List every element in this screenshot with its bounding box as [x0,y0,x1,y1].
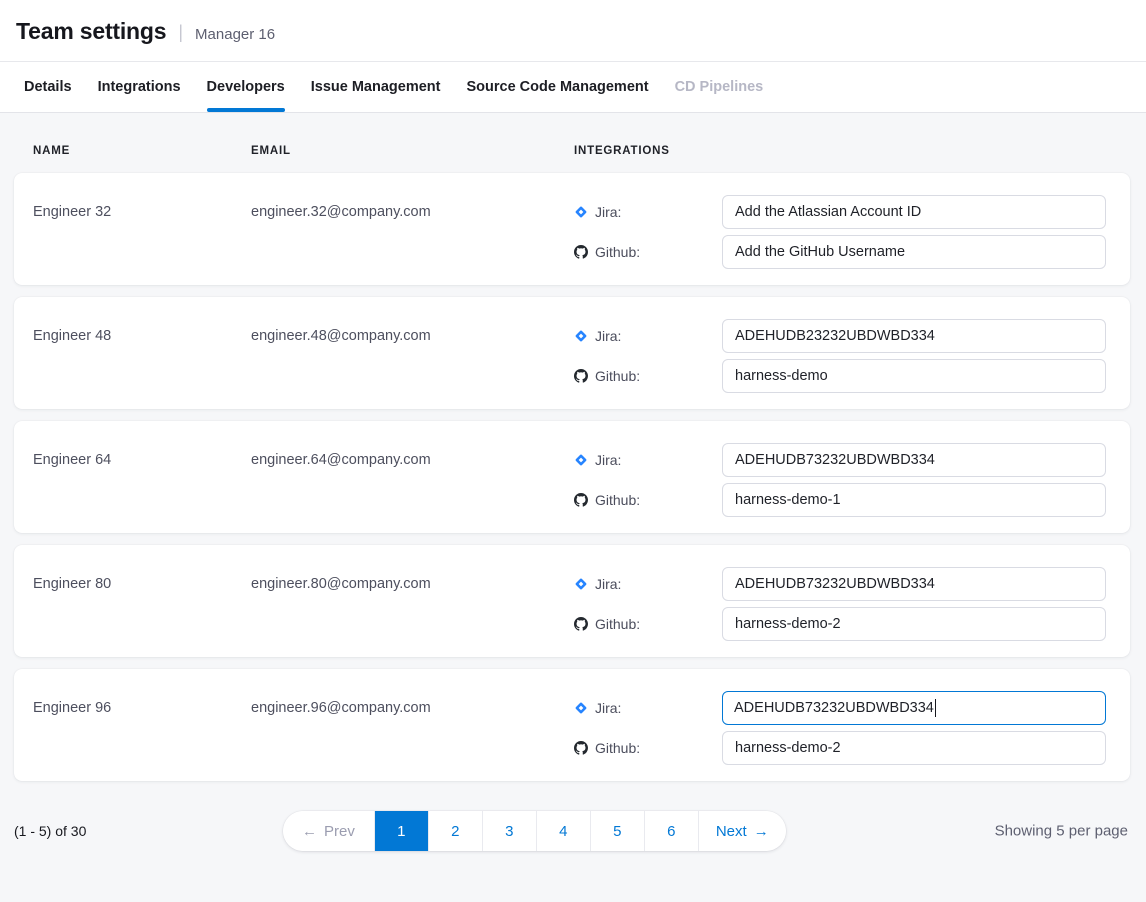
developers-table: NAME EMAIL INTEGRATIONS Engineer 32 engi… [0,113,1146,851]
developer-email: engineer.64@company.com [251,443,574,517]
jira-label: Jira: [595,576,621,592]
developer-email: engineer.48@company.com [251,319,574,393]
github-input[interactable] [722,607,1106,641]
table-header-row: NAME EMAIL INTEGRATIONS [14,113,1130,173]
github-icon [574,245,588,259]
page-button-6[interactable]: 6 [645,811,699,851]
developer-name: Engineer 96 [33,691,251,765]
tab-details[interactable]: Details [24,62,72,112]
pager: ← Prev 1 2 3 4 5 6 Next → [283,811,786,851]
column-header-integrations: INTEGRATIONS [574,145,1106,157]
right-arrow-icon: → [754,823,769,840]
page-title: Team settings [16,18,166,45]
left-arrow-icon: ← [302,823,317,840]
jira-label: Jira: [595,328,621,344]
page-button-3[interactable]: 3 [483,811,537,851]
github-icon [574,369,588,383]
column-header-name: NAME [33,145,251,157]
developer-name: Engineer 80 [33,567,251,641]
table-row: Engineer 80 engineer.80@company.com Jira… [14,545,1130,657]
developer-name: Engineer 64 [33,443,251,517]
jira-label: Jira: [595,700,621,716]
page-range-summary: (1 - 5) of 30 [14,823,86,839]
tab-issue-management[interactable]: Issue Management [311,62,441,112]
page-button-5[interactable]: 5 [591,811,645,851]
text-caret [935,699,937,717]
jira-label: Jira: [595,452,621,468]
jira-input[interactable] [722,567,1106,601]
jira-input[interactable] [722,195,1106,229]
page-button-2[interactable]: 2 [429,811,483,851]
table-row: Engineer 64 engineer.64@company.com Jira… [14,421,1130,533]
github-icon [574,741,588,755]
prev-label: Prev [324,823,355,840]
developer-email: engineer.80@company.com [251,567,574,641]
page-button-4[interactable]: 4 [537,811,591,851]
tab-cd-pipelines: CD Pipelines [675,62,764,112]
jira-input[interactable] [722,319,1106,353]
github-label: Github: [595,244,640,260]
github-icon [574,493,588,507]
github-label: Github: [595,492,640,508]
page-header: Team settings | Manager 16 [0,0,1146,62]
jira-icon [574,701,588,715]
page-button-1[interactable]: 1 [375,811,429,851]
title-separator: | [178,22,183,43]
tab-developers[interactable]: Developers [207,62,285,112]
developer-email: engineer.32@company.com [251,195,574,269]
jira-icon [574,577,588,591]
table-row: Engineer 48 engineer.48@company.com Jira… [14,297,1130,409]
jira-input-focused[interactable]: ADEHUDB73232UBDWBD334 [722,691,1106,725]
column-header-email: EMAIL [251,145,574,157]
jira-icon [574,329,588,343]
next-page-button[interactable]: Next → [699,811,786,851]
github-label: Github: [595,368,640,384]
developer-email: engineer.96@company.com [251,691,574,765]
table-row: Engineer 96 engineer.96@company.com Jira… [14,669,1130,781]
per-page-indicator: Showing 5 per page [995,823,1128,840]
pagination-bar: (1 - 5) of 30 ← Prev 1 2 3 4 5 6 Next → … [14,811,1130,851]
prev-page-button[interactable]: ← Prev [283,811,375,851]
github-input[interactable] [722,731,1106,765]
github-input[interactable] [722,483,1106,517]
developer-name: Engineer 48 [33,319,251,393]
github-input[interactable] [722,359,1106,393]
jira-icon [574,453,588,467]
github-label: Github: [595,616,640,632]
github-input[interactable] [722,235,1106,269]
table-row: Engineer 32 engineer.32@company.com Jira… [14,173,1130,285]
jira-input-text: ADEHUDB73232UBDWBD334 [734,700,934,716]
github-label: Github: [595,740,640,756]
tab-source-code-management[interactable]: Source Code Management [466,62,648,112]
next-label: Next [716,823,747,840]
developer-name: Engineer 32 [33,195,251,269]
jira-icon [574,205,588,219]
tab-bar: Details Integrations Developers Issue Ma… [0,62,1146,113]
page-subtitle: Manager 16 [195,26,275,43]
jira-label: Jira: [595,204,621,220]
tab-integrations[interactable]: Integrations [98,62,181,112]
github-icon [574,617,588,631]
jira-input[interactable] [722,443,1106,477]
